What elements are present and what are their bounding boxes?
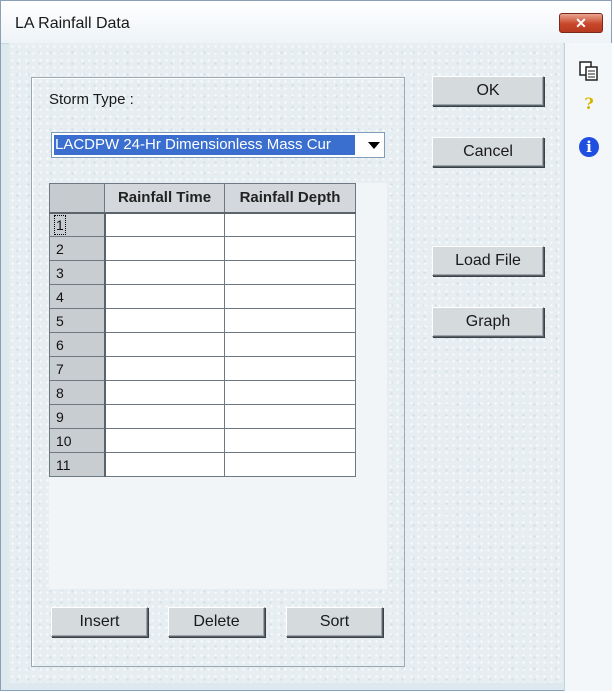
- rainfall-time-cell[interactable]: [104, 284, 225, 309]
- table-row: 11: [49, 452, 356, 477]
- table-row: 6: [49, 332, 356, 357]
- rainfall-time-cell[interactable]: [104, 260, 225, 285]
- storm-type-select[interactable]: LACDPW 24-Hr Dimensionless Mass Cur: [51, 132, 385, 158]
- rainfall-depth-cell[interactable]: [224, 356, 356, 381]
- ok-button[interactable]: OK: [432, 76, 544, 106]
- cancel-button[interactable]: Cancel: [432, 137, 544, 167]
- grid-corner[interactable]: [49, 183, 105, 214]
- row-header[interactable]: 10: [49, 428, 106, 453]
- row-header[interactable]: 3: [49, 260, 106, 285]
- table-row: 8: [49, 380, 356, 405]
- graph-button[interactable]: Graph: [432, 307, 544, 337]
- rainfall-time-cell[interactable]: [104, 428, 225, 453]
- window-title: LA Rainfall Data: [15, 15, 130, 32]
- rainfall-depth-cell[interactable]: [224, 380, 356, 405]
- load-file-button[interactable]: Load File: [432, 246, 544, 276]
- rainfall-depth-cell[interactable]: [224, 332, 356, 357]
- row-header[interactable]: 11: [49, 452, 106, 477]
- column-header-rainfall-depth[interactable]: Rainfall Depth: [224, 183, 356, 214]
- la-rainfall-dialog: LA Rainfall Data ✕ ? i Storm Type : LACD…: [0, 0, 612, 691]
- info-icon-glyph: i: [579, 137, 599, 157]
- rainfall-table: Rainfall Time Rainfall Depth 1 2 3 4 5 6…: [49, 183, 356, 477]
- table-row: 3: [49, 260, 356, 285]
- table-row: 1: [49, 212, 356, 237]
- table-row: 2: [49, 236, 356, 261]
- rainfall-time-cell[interactable]: [104, 452, 225, 477]
- help-icon[interactable]: ?: [577, 91, 601, 115]
- rainfall-time-cell[interactable]: [104, 212, 225, 237]
- rainfall-depth-cell[interactable]: [224, 212, 356, 237]
- insert-button[interactable]: Insert: [51, 607, 148, 637]
- row-header[interactable]: 8: [49, 380, 106, 405]
- table-row: 7: [49, 356, 356, 381]
- row-header[interactable]: 6: [49, 332, 106, 357]
- row-header[interactable]: 7: [49, 356, 106, 381]
- table-row: 4: [49, 284, 356, 309]
- rainfall-time-cell[interactable]: [104, 236, 225, 261]
- rainfall-time-cell[interactable]: [104, 332, 225, 357]
- column-header-rainfall-time[interactable]: Rainfall Time: [104, 183, 225, 214]
- storm-type-label: Storm Type :: [49, 91, 134, 108]
- rainfall-time-cell[interactable]: [104, 356, 225, 381]
- rainfall-time-cell[interactable]: [104, 308, 225, 333]
- rainfall-depth-cell[interactable]: [224, 260, 356, 285]
- rainfall-depth-cell[interactable]: [224, 452, 356, 477]
- rainfall-time-cell[interactable]: [104, 404, 225, 429]
- table-row: 9: [49, 404, 356, 429]
- rainfall-depth-cell[interactable]: [224, 404, 356, 429]
- sort-button[interactable]: Sort: [286, 607, 383, 637]
- row-header[interactable]: 2: [49, 236, 106, 261]
- rainfall-time-cell[interactable]: [104, 380, 225, 405]
- rainfall-depth-cell[interactable]: [224, 308, 356, 333]
- close-icon: ✕: [575, 15, 587, 31]
- row-header[interactable]: 1: [49, 212, 106, 237]
- table-row: 10: [49, 428, 356, 453]
- rainfall-depth-cell[interactable]: [224, 236, 356, 261]
- info-icon[interactable]: i: [577, 135, 601, 159]
- table-row: 5: [49, 308, 356, 333]
- chevron-down-icon[interactable]: [368, 142, 380, 149]
- rainfall-depth-cell[interactable]: [224, 284, 356, 309]
- title-bar: LA Rainfall Data ✕: [1, 1, 611, 44]
- delete-button[interactable]: Delete: [168, 607, 265, 637]
- rainfall-depth-cell[interactable]: [224, 428, 356, 453]
- storm-type-value: LACDPW 24-Hr Dimensionless Mass Cur: [54, 135, 355, 155]
- row-header[interactable]: 9: [49, 404, 106, 429]
- row-header[interactable]: 4: [49, 284, 106, 309]
- close-button[interactable]: ✕: [559, 13, 603, 33]
- row-header[interactable]: 5: [49, 308, 106, 333]
- copy-icon[interactable]: [577, 59, 601, 83]
- side-toolbar: ? i: [564, 43, 612, 691]
